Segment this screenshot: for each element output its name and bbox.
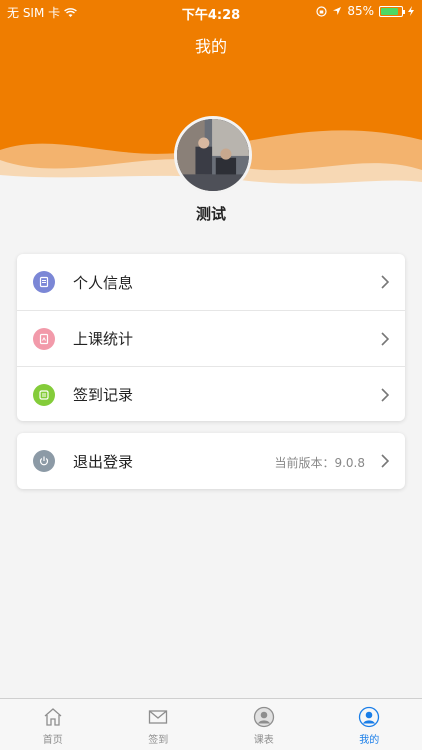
chevron-right-icon — [381, 388, 389, 402]
menu-item-label: 上课统计 — [73, 330, 134, 348]
logout-label: 退出登录 — [73, 452, 134, 471]
chevron-right-icon — [381, 275, 389, 289]
orientation-lock-icon — [316, 5, 327, 17]
stats-icon — [33, 327, 55, 350]
power-icon — [33, 450, 55, 472]
status-bar: 无 SIM 卡 下午4:28 85% — [0, 0, 422, 23]
tab-checkin[interactable]: 签到 — [106, 699, 212, 750]
tab-mine[interactable]: 我的 — [317, 699, 422, 750]
logout-button[interactable]: 退出登录 当前版本：9.0.8 — [17, 433, 405, 489]
avatar-photo — [177, 119, 249, 191]
location-icon — [333, 7, 342, 15]
menu-item-class-stats[interactable]: 上课统计 — [17, 310, 405, 366]
battery-icon — [379, 5, 405, 17]
tab-label: 签到 — [148, 735, 169, 746]
username: 测试 — [195, 205, 226, 223]
version-text: 当前版本：9.0.8 — [274, 456, 365, 470]
user-circle-active-icon — [359, 706, 380, 728]
tab-label: 首页 — [42, 735, 63, 746]
menu-item-label: 个人信息 — [73, 273, 134, 292]
page-title: 我的 — [194, 37, 227, 56]
document-icon — [33, 271, 55, 293]
charging-icon — [408, 6, 414, 16]
chevron-right-icon — [381, 332, 389, 346]
tab-schedule[interactable]: 课表 — [211, 699, 317, 750]
menu-card: 个人信息 上课统计 签到记录 — [17, 254, 405, 421]
menu-item-label: 签到记录 — [73, 386, 134, 404]
battery-percent: 85% — [347, 4, 374, 18]
menu-item-personal-info[interactable]: 个人信息 — [17, 254, 405, 310]
avatar[interactable] — [174, 116, 252, 194]
tab-home[interactable]: 首页 — [0, 699, 106, 750]
battery-level-fill — [381, 7, 398, 15]
chevron-right-icon — [381, 454, 389, 468]
logout-card: 退出登录 当前版本：9.0.8 — [17, 433, 405, 489]
tab-label: 课表 — [253, 735, 274, 746]
checkin-icon — [33, 383, 55, 406]
tab-bar: 首页 签到 课表 我的 — [0, 698, 422, 750]
home-icon — [44, 708, 62, 726]
mail-icon — [149, 710, 168, 724]
tab-label: 我的 — [359, 735, 380, 746]
user-circle-icon — [253, 706, 274, 728]
menu-item-checkin-records[interactable]: 签到记录 — [17, 366, 405, 421]
